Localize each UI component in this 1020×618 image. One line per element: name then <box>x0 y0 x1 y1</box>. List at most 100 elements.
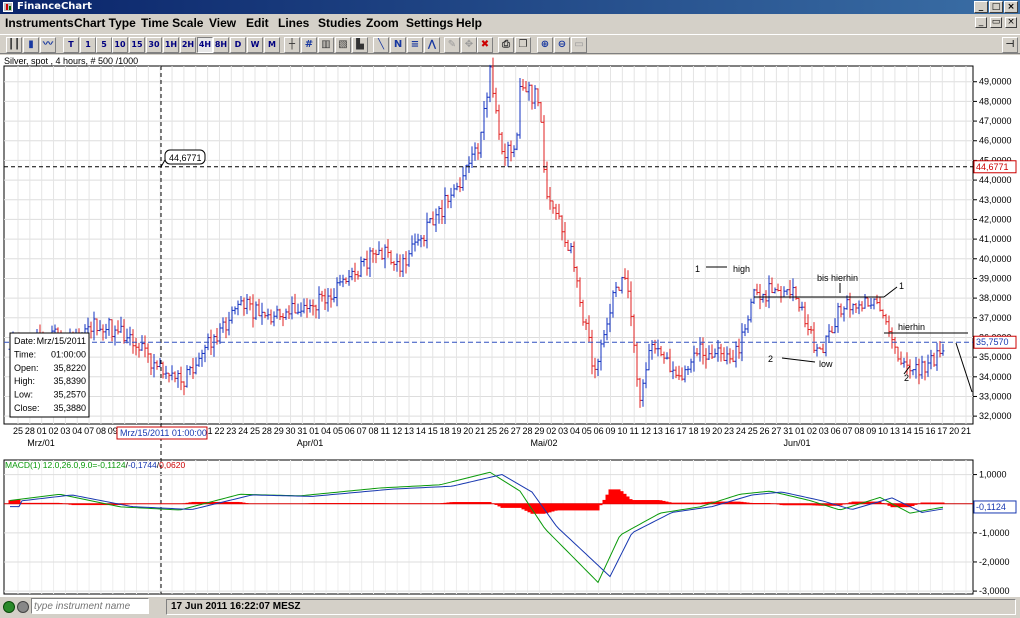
annot-bis-hierhin: bis hierhin <box>817 273 858 283</box>
date-tick-label: 01 <box>309 426 319 436</box>
macd-axis-label: 1,0000 <box>979 470 1007 480</box>
date-tick-label: 13 <box>890 426 900 436</box>
menu-chart-type[interactable]: Chart Type <box>74 16 136 30</box>
zoom-reset-icon[interactable]: ▭ <box>571 37 587 53</box>
date-tick-label: 29 <box>534 426 544 436</box>
date-tick-label: 30 <box>286 426 296 436</box>
annot-low-num: 2 <box>768 354 773 364</box>
macd-legend-part: MACD(1) 12.0,26.0,9.0= <box>5 460 97 470</box>
menu-help[interactable]: Help <box>456 16 482 30</box>
macd-legend-part: 0,0620 <box>159 460 185 470</box>
tf-10m-button[interactable]: 10 <box>112 37 128 53</box>
ohlc-field-value: 35,2570 <box>53 390 86 400</box>
date-tick-label: 28 <box>25 426 35 436</box>
move-icon[interactable]: ✥ <box>461 37 477 53</box>
connection-icon <box>3 601 15 613</box>
tf-1h-button[interactable]: 1H <box>163 37 179 53</box>
tf-daily-button[interactable]: D <box>230 37 246 53</box>
date-tick-label: 21 <box>475 426 485 436</box>
menu-zoom[interactable]: Zoom <box>366 16 399 30</box>
fibonacci-icon[interactable]: ≡ <box>407 37 423 53</box>
instrument-search-input[interactable] <box>31 598 149 614</box>
annot-low: low <box>819 359 833 369</box>
date-tick-label: 13 <box>404 426 414 436</box>
cursor-date-label: Mrz/15/2011 01:00:00 <box>120 428 207 438</box>
select-icon[interactable]: ✎ <box>444 37 460 53</box>
crosshair-icon[interactable]: ┼ <box>284 37 300 53</box>
delete-icon[interactable]: ✖ <box>477 37 493 53</box>
tf-8h-button[interactable]: 8H <box>213 37 229 53</box>
menu-edit[interactable]: Edit <box>246 16 269 30</box>
line-chart-icon[interactable]: 〰 <box>40 37 56 53</box>
menu-instruments[interactable]: Instruments <box>5 16 74 30</box>
date-tick-label: 09 <box>108 426 118 436</box>
refresh-icon[interactable] <box>17 601 29 613</box>
tf-tick-button[interactable]: T <box>63 37 79 53</box>
pin-icon[interactable]: ⊣ <box>1002 37 1018 53</box>
macd-axis-label: -1,0000 <box>979 528 1010 538</box>
tf-1m-button[interactable]: 1 <box>80 37 96 53</box>
mdi-close-button[interactable]: × <box>1005 17 1017 28</box>
histogram-icon[interactable]: ▙ <box>352 37 368 53</box>
menu-time-scale[interactable]: Time Scale <box>141 16 203 30</box>
date-tick-label: 16 <box>665 426 675 436</box>
tf-4h-button[interactable]: 4H <box>197 37 213 53</box>
chart-area[interactable]: 49,000048,000047,000046,000045,000044,00… <box>0 55 1020 596</box>
ohlc-field-label: Open: <box>14 363 39 373</box>
indicator-icon[interactable]: ▧ <box>335 37 351 53</box>
price-axis-label: 39,0000 <box>979 273 1012 283</box>
minimize-button[interactable]: _ <box>974 1 988 13</box>
tf-5m-button[interactable]: 5 <box>96 37 112 53</box>
date-tick-label: 21 <box>961 426 971 436</box>
menu-studies[interactable]: Studies <box>318 16 361 30</box>
date-tick-label: 25 <box>487 426 497 436</box>
price-axis-label: 35,0000 <box>979 352 1012 362</box>
volume-icon[interactable]: ▥ <box>318 37 334 53</box>
menu-settings[interactable]: Settings <box>406 16 453 30</box>
menu-bar: Instruments Chart Type Time Scale View E… <box>0 14 1020 33</box>
copy-icon[interactable]: ❐ <box>515 37 531 53</box>
mdi-minimize-button[interactable]: _ <box>975 17 987 28</box>
date-tick-label: 01 <box>37 426 47 436</box>
tf-30m-button[interactable]: 30 <box>146 37 162 53</box>
grid-icon[interactable]: # <box>301 37 317 53</box>
tf-weekly-button[interactable]: W <box>247 37 263 53</box>
channel-icon[interactable]: N <box>390 37 406 53</box>
price-chart[interactable]: 49,000048,000047,000046,000045,000044,00… <box>0 55 1020 596</box>
annot-one: 1 <box>899 281 904 291</box>
date-tick-label: 25 <box>748 426 758 436</box>
mdi-restore-button[interactable]: ▭ <box>990 17 1002 28</box>
price-axis-label: 42,0000 <box>979 214 1012 224</box>
crosshair-price-marker-label: 44,6771 <box>976 162 1009 172</box>
print-icon[interactable]: ⎙ <box>498 37 514 53</box>
close-button[interactable]: × <box>1004 1 1018 13</box>
app-icon <box>3 2 13 12</box>
date-tick-label: 01 <box>795 426 805 436</box>
date-tick-label: 06 <box>594 426 604 436</box>
tf-monthly-button[interactable]: M <box>264 37 280 53</box>
trendline-icon[interactable]: ╲ <box>373 37 389 53</box>
date-tick-label: 04 <box>72 426 82 436</box>
date-tick-label: 18 <box>688 426 698 436</box>
tf-15m-button[interactable]: 15 <box>129 37 145 53</box>
date-tick-label: 25 <box>250 426 260 436</box>
zoom-out-icon[interactable]: ⊖ <box>554 37 570 53</box>
zoom-in-icon[interactable]: ⊕ <box>537 37 553 53</box>
date-tick-label: 03 <box>819 426 829 436</box>
fan-icon[interactable]: ⋀ <box>424 37 440 53</box>
maximize-button[interactable]: □ <box>989 1 1003 13</box>
macd-panel-frame <box>3 459 974 595</box>
date-tick-label: 20 <box>463 426 473 436</box>
date-tick-label: 07 <box>84 426 94 436</box>
menu-lines[interactable]: Lines <box>278 16 309 30</box>
price-axis-label: 47,0000 <box>979 116 1012 126</box>
menu-view[interactable]: View <box>209 16 236 30</box>
bar-chart-icon[interactable]: ┃┃ <box>6 37 22 53</box>
ohlc-field-label: Close: <box>14 403 40 413</box>
ohlc-field-label: Date: <box>14 336 36 346</box>
ohlc-field-value: 35,8390 <box>53 376 86 386</box>
instrument-label: Silver, spot , 4 hours, # 500 /1000 <box>4 56 139 66</box>
tf-2h-button[interactable]: 2H <box>180 37 196 53</box>
date-tick-label: 19 <box>700 426 710 436</box>
candle-chart-icon[interactable]: ▮ <box>23 37 39 53</box>
